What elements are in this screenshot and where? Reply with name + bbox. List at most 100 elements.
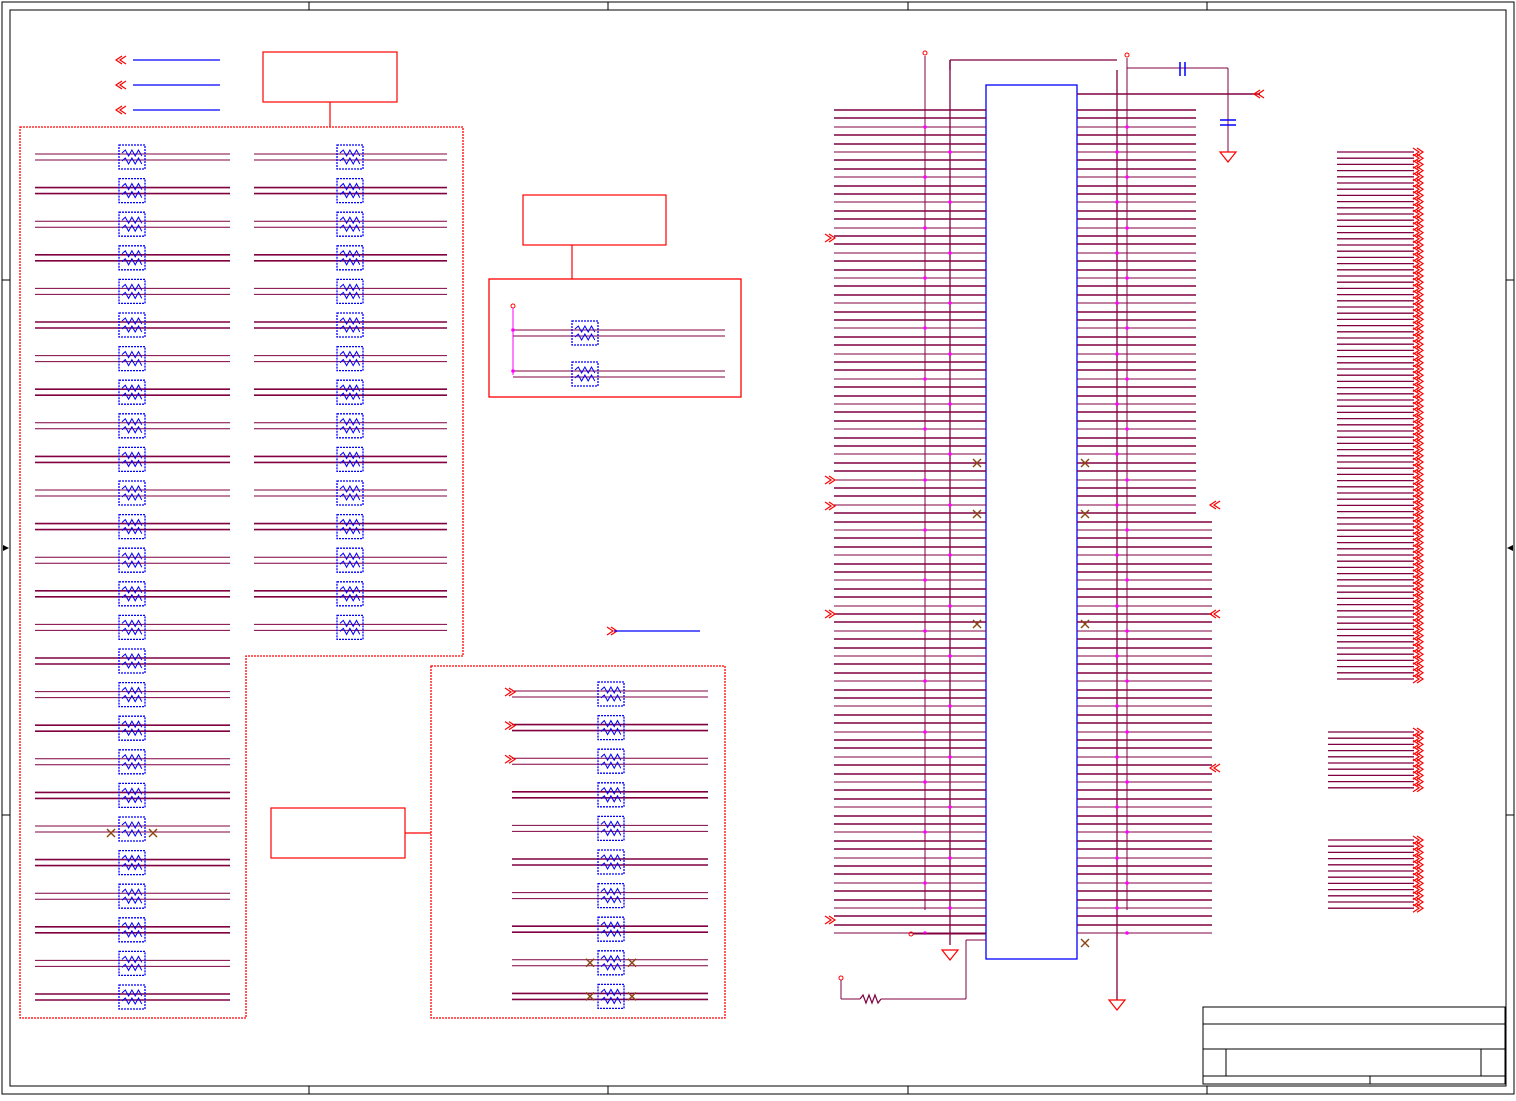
junction-dot	[1115, 150, 1119, 154]
resistor-zigzag	[121, 190, 143, 199]
resistor-zigzag	[121, 182, 143, 191]
junction-dot	[1125, 377, 1129, 381]
resistor-zigzag	[339, 224, 361, 233]
frame-marker-icon	[1507, 545, 1513, 551]
junction-dot	[948, 503, 952, 507]
resistor-array-icon	[571, 320, 599, 346]
resistor-zigzag	[339, 392, 361, 401]
resistor-zigzag	[121, 148, 143, 158]
resistor-zigzag	[121, 820, 143, 830]
resistor-zigzag	[121, 720, 143, 729]
frame-marker-icon	[3, 545, 9, 551]
resistor-array-icon	[597, 681, 625, 707]
resistor-zigzag	[600, 820, 622, 829]
resistor-zigzag	[121, 862, 143, 871]
resistor-zigzag	[339, 148, 361, 158]
resistor-zigzag	[339, 417, 361, 426]
junction-dot	[1115, 251, 1119, 255]
resistor-zigzag	[121, 619, 143, 628]
resistor-zigzag	[121, 795, 143, 804]
resistor-array-icon	[118, 177, 146, 204]
junction-dot	[923, 679, 927, 683]
resistor-array-icon	[336, 245, 364, 271]
junction-dot	[1115, 200, 1119, 204]
junction-dot	[1115, 402, 1119, 406]
resistor-zigzag	[121, 761, 143, 770]
resistor-array-icon	[118, 312, 146, 338]
resistor-group-outline	[488, 278, 742, 398]
resistor-zigzag	[339, 552, 361, 561]
junction-dot	[923, 578, 927, 582]
junction-dot	[948, 150, 952, 154]
junction-dot	[1125, 629, 1129, 633]
resistor-array-icon	[597, 782, 625, 808]
resistor-array-icon	[118, 513, 146, 540]
junction-dot	[1125, 931, 1129, 935]
resistor-zigzag	[121, 518, 143, 527]
resistor-array-icon	[597, 882, 625, 909]
port-arrow-icon	[1412, 903, 1425, 913]
resistor-zigzag	[339, 492, 361, 502]
resistor-array-icon	[336, 446, 364, 473]
resistor-array-icon	[118, 648, 146, 674]
resistor-zigzag	[339, 518, 361, 527]
junction-dot	[1115, 755, 1119, 759]
junction-dot	[948, 755, 952, 759]
resistor-array-icon	[597, 950, 625, 976]
resistor-zigzag	[339, 526, 361, 535]
resistor-zigzag	[339, 593, 361, 602]
resistor-zigzag	[121, 686, 143, 695]
junction-dot	[923, 326, 927, 330]
junction-dot	[1125, 427, 1129, 431]
resistor-zigzag	[121, 787, 143, 796]
resistor-zigzag	[121, 963, 143, 972]
resistor-zigzag	[121, 652, 143, 662]
resistor-zigzag	[339, 350, 361, 359]
junction-dot	[948, 352, 952, 356]
resistor-group-outline	[430, 665, 726, 1019]
resistor-array-icon	[597, 714, 625, 741]
junction-dot	[948, 805, 952, 809]
resistor-zigzag	[600, 962, 622, 971]
resistor-array-icon	[597, 916, 625, 942]
title-block-text	[1206, 1012, 1504, 1084]
resistor-array-icon	[118, 883, 146, 909]
resistor-icon	[859, 993, 882, 1005]
resistor-array-icon	[336, 513, 364, 540]
resistor-zigzag	[121, 459, 143, 468]
resistor-array-icon	[118, 446, 146, 473]
resistor-array-icon	[336, 211, 364, 237]
junction-dot	[1125, 276, 1129, 280]
resistor-zigzag	[339, 627, 361, 636]
outer-frame	[1, 1, 1515, 1095]
junction-dot	[923, 125, 927, 129]
port-arrow-icon	[1412, 674, 1425, 684]
junction-dot	[1115, 856, 1119, 860]
resistor-zigzag	[121, 753, 143, 762]
junction-dot	[948, 906, 952, 910]
junction-dot	[1125, 881, 1129, 885]
junction-dot	[948, 301, 952, 305]
sheet-label-box	[270, 807, 406, 859]
resistor-array-icon	[118, 782, 146, 809]
junction-dot	[1115, 553, 1119, 557]
junction-dot	[948, 402, 952, 406]
junction-dot	[948, 604, 952, 608]
junction-dot	[948, 553, 952, 557]
resistor-zigzag	[339, 585, 361, 594]
resistor-array-icon	[118, 614, 146, 641]
port-arrow-icon	[824, 501, 837, 511]
resistor-zigzag	[600, 954, 622, 963]
port-arrow-icon	[1412, 783, 1425, 793]
resistor-array-icon	[597, 815, 625, 842]
connector-body	[985, 84, 1078, 960]
junction-dot	[1115, 452, 1119, 456]
resistor-zigzag	[339, 459, 361, 468]
resistor-zigzag	[121, 854, 143, 863]
resistor-zigzag	[339, 619, 361, 628]
resistor-zigzag	[339, 560, 361, 569]
resistor-zigzag	[121, 224, 143, 233]
resistor-zigzag	[600, 887, 622, 896]
resistor-zigzag	[574, 365, 596, 375]
resistor-array-icon	[336, 581, 364, 607]
